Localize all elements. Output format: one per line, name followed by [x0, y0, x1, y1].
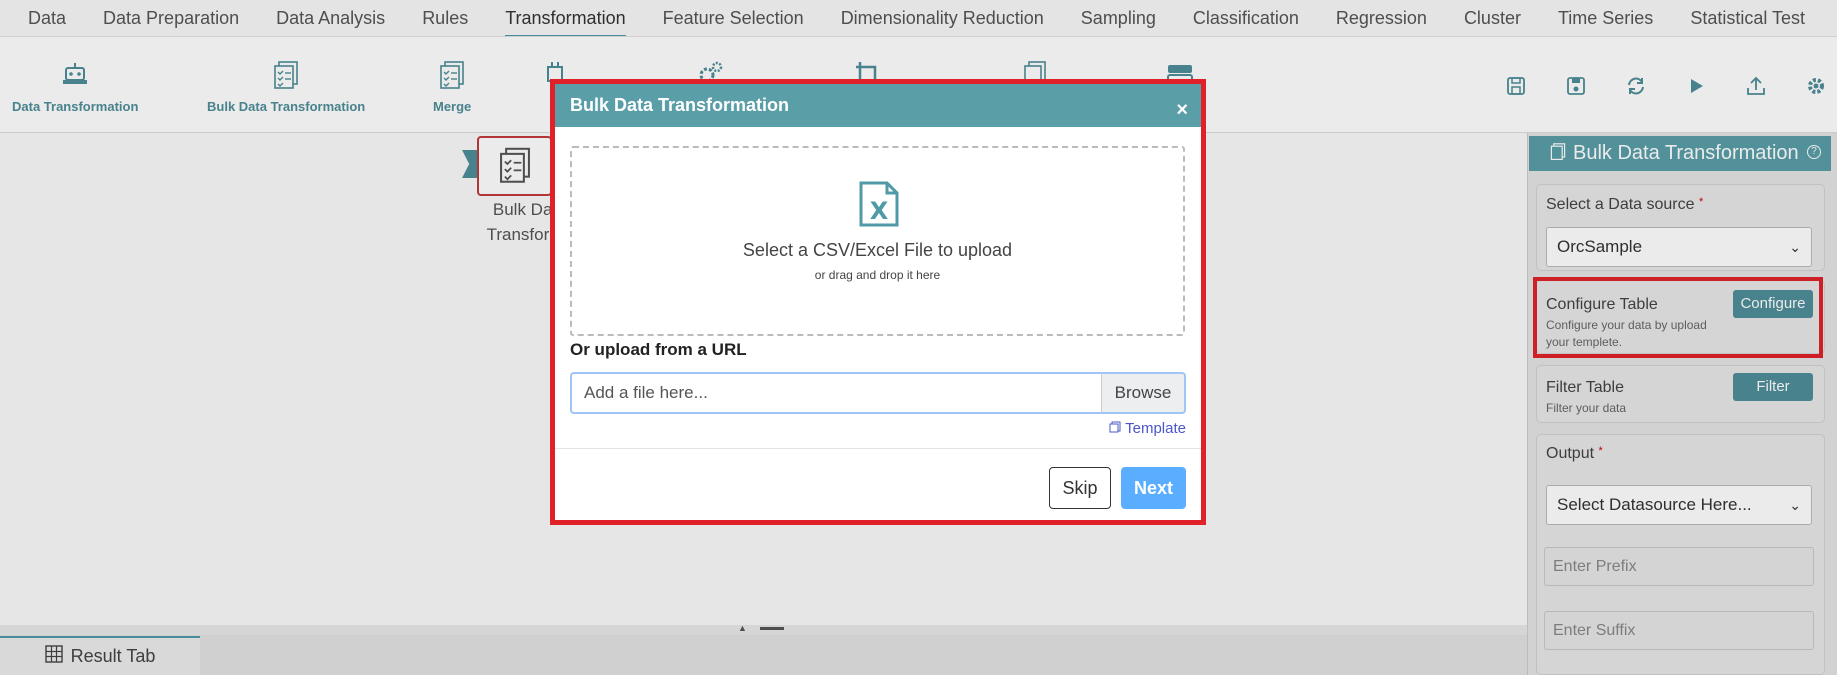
modal-header: Bulk Data Transformation × [555, 84, 1201, 127]
svg-text:X: X [870, 197, 889, 225]
file-dropzone[interactable]: X Select a CSV/Excel File to upload or d… [570, 146, 1185, 336]
divider [555, 448, 1201, 449]
url-input[interactable]: Add a file here... [570, 372, 1101, 414]
dropzone-subtitle: or drag and drop it here [814, 268, 941, 282]
next-button[interactable]: Next [1121, 467, 1186, 509]
upload-modal: Bulk Data Transformation × X Select a CS… [555, 84, 1201, 520]
close-icon[interactable]: × [1176, 89, 1188, 132]
excel-file-icon: X [857, 181, 901, 227]
browse-button[interactable]: Browse [1101, 372, 1186, 414]
skip-button[interactable]: Skip [1049, 467, 1111, 509]
modal-title: Bulk Data Transformation [570, 95, 790, 115]
file-icon [1109, 420, 1125, 437]
url-label: Or upload from a URL [570, 340, 747, 359]
dropzone-title: Select a CSV/Excel File to upload [742, 240, 1013, 260]
template-link[interactable]: Template [1109, 420, 1186, 437]
